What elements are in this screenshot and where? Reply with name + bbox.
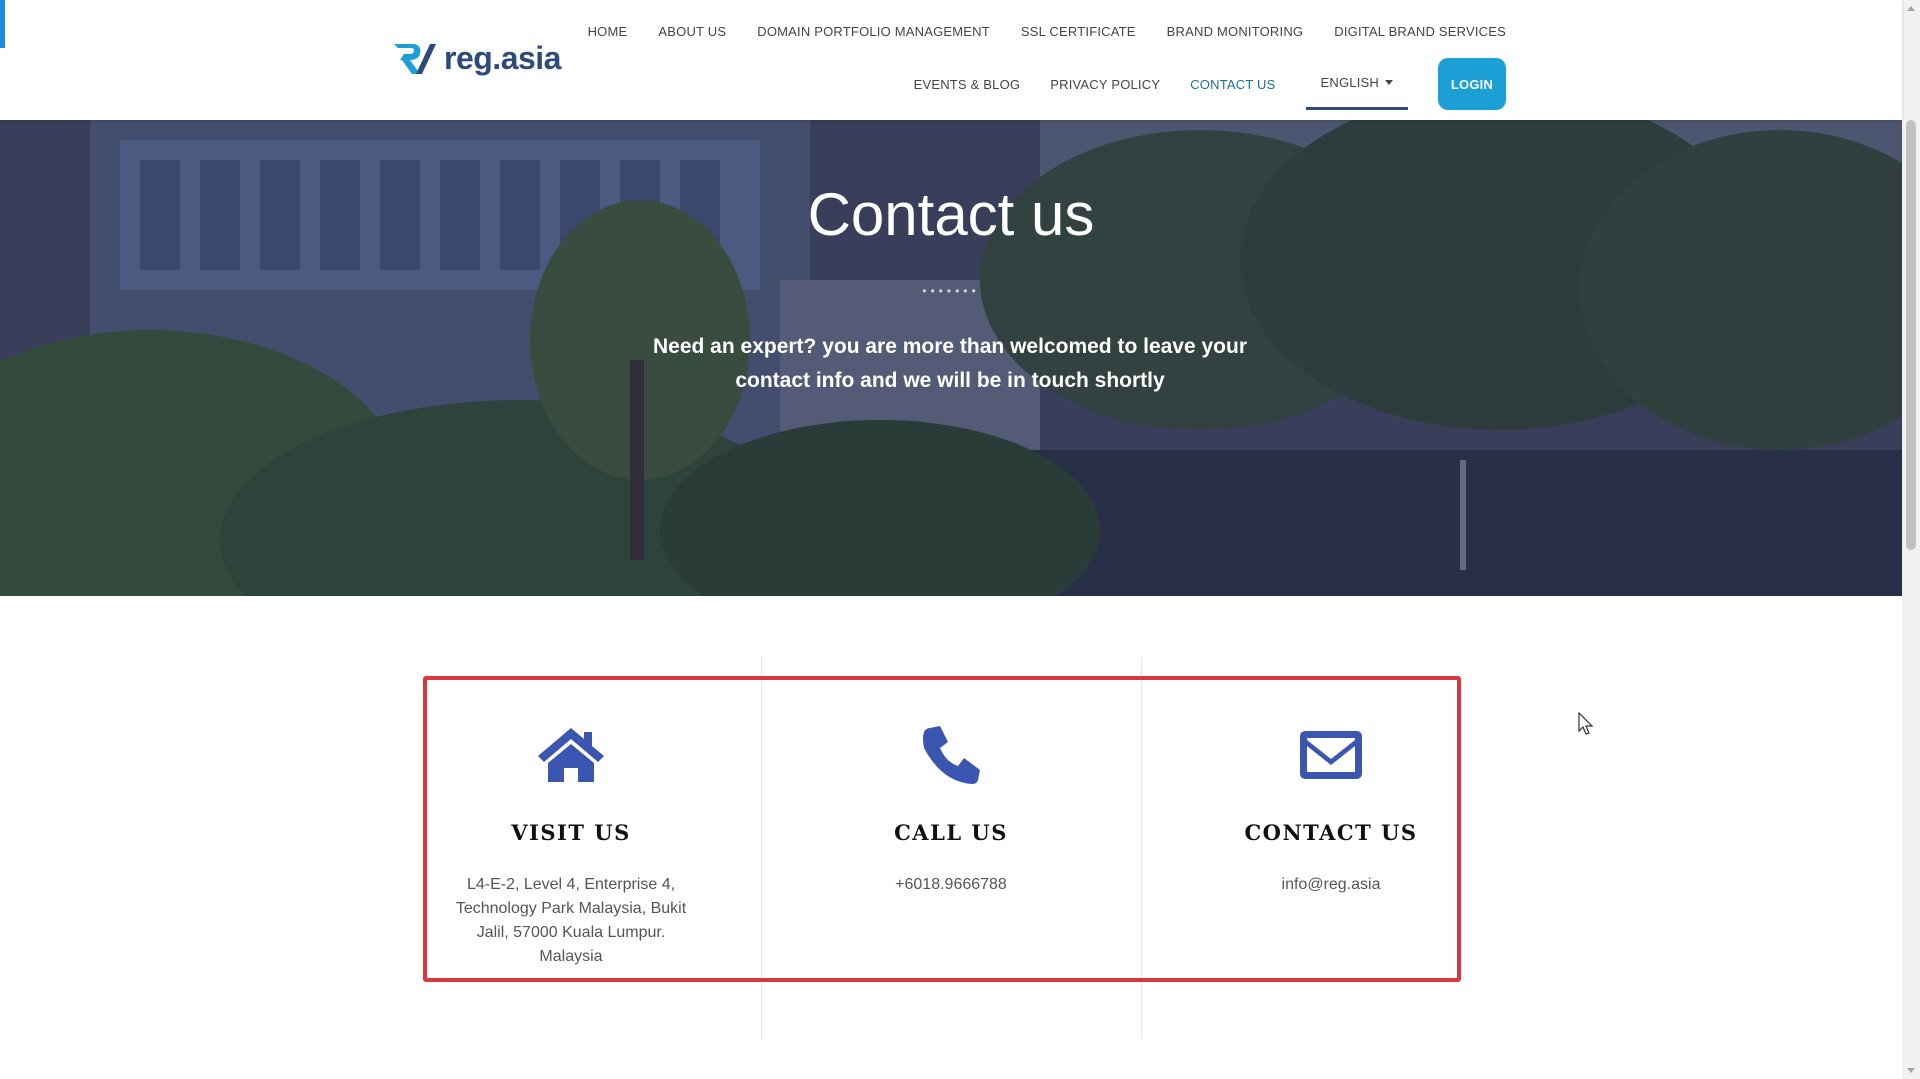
home-icon	[421, 720, 721, 790]
contact-us-column: CONTACT US info@reg.asia	[1181, 720, 1481, 897]
nav-digital-brand-services[interactable]: DIGITAL BRAND SERVICES	[1334, 24, 1506, 39]
contact-us-title: CONTACT US	[1244, 820, 1418, 845]
call-us-phone[interactable]: +6018.9666788	[801, 873, 1101, 897]
nav-ssl-certificate[interactable]: SSL CERTIFICATE	[1021, 24, 1136, 39]
title-divider-dots: •••••••	[922, 284, 980, 298]
site-logo[interactable]: reg.asia	[390, 38, 561, 78]
scroll-progress-indicator	[0, 0, 5, 48]
logo-text: reg.asia	[444, 39, 561, 76]
scrollbar-thumb[interactable]	[1906, 120, 1916, 550]
nav-home[interactable]: HOME	[588, 24, 628, 39]
call-us-column: CALL US +6018.9666788	[801, 720, 1101, 897]
scroll-up-arrow-icon[interactable]	[1907, 6, 1915, 11]
page-scrollbar[interactable]	[1902, 0, 1920, 1079]
nav-domain-portfolio-management[interactable]: DOMAIN PORTFOLIO MANAGEMENT	[757, 24, 990, 39]
hero-banner: Contact us ••••••• Need an expert? you a…	[0, 120, 1902, 596]
nav-about-us[interactable]: ABOUT US	[658, 24, 726, 39]
page-title: Contact us	[807, 181, 1095, 248]
visit-us-column: VISIT US L4-E-2, Level 4, Enterprise 4, …	[421, 720, 721, 969]
login-button[interactable]: LOGIN	[1438, 58, 1506, 110]
caret-down-icon	[1385, 80, 1393, 85]
page: reg.asia HOME ABOUT US DOMAIN PORTFOLIO …	[0, 0, 1920, 1079]
primary-nav: HOME ABOUT US DOMAIN PORTFOLIO MANAGEMEN…	[588, 24, 1506, 39]
language-label: ENGLISH	[1320, 75, 1379, 90]
envelope-icon	[1181, 720, 1481, 790]
secondary-nav: EVENTS & BLOG PRIVACY POLICY CONTACT US …	[914, 58, 1506, 110]
visit-us-title: VISIT US	[511, 820, 631, 845]
language-dropdown[interactable]: ENGLISH	[1305, 58, 1408, 110]
hero-subtitle: Need an expert? you are more than welcom…	[652, 335, 1248, 392]
nav-events-blog[interactable]: EVENTS & BLOG	[914, 77, 1021, 92]
nav-privacy-policy[interactable]: PRIVACY POLICY	[1050, 77, 1160, 92]
logo-mark-icon	[394, 44, 436, 74]
site-header: reg.asia HOME ABOUT US DOMAIN PORTFOLIO …	[0, 0, 1902, 120]
visit-us-address: L4-E-2, Level 4, Enterprise 4, Technolog…	[455, 876, 687, 965]
call-us-title: CALL US	[894, 820, 1008, 845]
nav-brand-monitoring[interactable]: BRAND MONITORING	[1167, 24, 1304, 39]
phone-icon	[801, 720, 1101, 790]
nav-contact-us[interactable]: CONTACT US	[1190, 77, 1275, 92]
contact-us-email[interactable]: info@reg.asia	[1181, 873, 1481, 897]
scroll-down-arrow-icon[interactable]	[1907, 1068, 1915, 1073]
mouse-cursor-icon	[1578, 712, 1594, 735]
